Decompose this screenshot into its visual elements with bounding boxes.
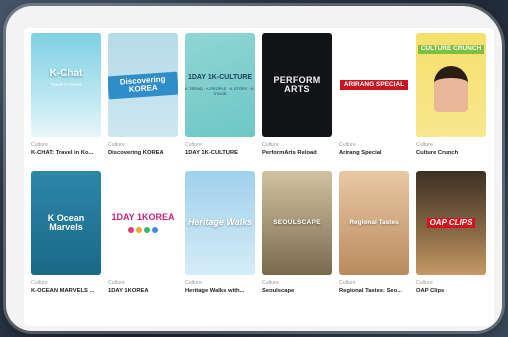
card-category: Culture [262,280,279,286]
thumbnail-performarts-reload[interactable]: PERFORM ARTS [262,33,332,137]
program-card-oap-clips[interactable]: OAP CLIPS Culture OAP Clips [416,171,486,295]
color-dots [128,227,158,234]
card-category: Culture [108,280,125,286]
thumbnail-1day-1korea[interactable]: 1DAY 1KOREA [108,171,178,275]
card-title[interactable]: Culture Crunch [416,149,486,157]
program-card-kchat[interactable]: K-Chat Travel in Korea Culture K-CHAT: T… [31,33,101,157]
card-category: Culture [339,142,356,148]
thumbnail-seoulscape[interactable]: SEOULSCAPE [262,171,332,275]
card-title[interactable]: Heritage Walks with... [185,287,255,295]
card-category: Culture [108,142,125,148]
thumbnail-text: Regional Tastes [349,218,399,226]
thumbnail-text: Heritage Walks [187,217,253,228]
thumbnail-k-ocean-marvels[interactable]: K Ocean Marvels [31,171,101,275]
thumbnail-discovering-korea[interactable]: Discovering KOREA [108,33,178,137]
host-portrait [434,65,468,112]
card-title[interactable]: Discovering KOREA [108,149,178,157]
card-title[interactable]: OAP Clips [416,287,486,295]
thumbnail-oap-clips[interactable]: OAP CLIPS [416,171,486,275]
thumbnail-text: PERFORM ARTS [273,74,321,94]
thumbnail-1day-1k-culture[interactable]: 1DAY 1K-CULTURE K-TREND · K-PEOPLE · K-S… [185,33,255,137]
thumbnail-text: OAP CLIPS [426,217,476,229]
program-card-arirang-special[interactable]: ARIRANG SPECIAL Culture Arirang Special [339,33,409,157]
card-category: Culture [31,280,48,286]
thumbnail-text: 1DAY 1KOREA [111,211,175,222]
program-card-performarts-reload[interactable]: PERFORM ARTS Culture PerformArts Reload [262,33,332,157]
thumbnail-kchat[interactable]: K-Chat Travel in Korea [31,33,101,137]
card-title[interactable]: 1DAY 1K-CULTURE [185,149,255,157]
card-category: Culture [262,142,279,148]
program-card-regional-tastes[interactable]: Regional Tastes Culture Regional Tastes:… [339,171,409,295]
screen-frame: K-Chat Travel in Korea Culture K-CHAT: T… [6,6,502,331]
thumbnail-text: K Ocean Marvels [47,212,85,232]
program-card-k-ocean-marvels[interactable]: K Ocean Marvels Culture K-OCEAN MARVELS … [31,171,101,295]
card-title[interactable]: Arirang Special [339,149,409,157]
card-category: Culture [31,142,48,148]
program-card-discovering-korea[interactable]: Discovering KOREA Culture Discovering KO… [108,33,178,157]
thumbnail-subtext: Travel in Korea [50,81,82,87]
card-category: Culture [339,280,356,286]
card-category: Culture [185,280,202,286]
card-category: Culture [185,142,202,148]
card-category: Culture [416,142,433,148]
program-card-1day-1k-culture[interactable]: 1DAY 1K-CULTURE K-TREND · K-PEOPLE · K-S… [185,33,255,157]
program-grid: K-Chat Travel in Korea Culture K-CHAT: T… [31,28,493,295]
thumbnail-text: K-Chat [49,68,83,80]
program-card-1day-1korea[interactable]: 1DAY 1KOREA Culture 1DAY 1KOREA [108,171,178,295]
program-card-heritage-walks[interactable]: Heritage Walks Culture Heritage Walks wi… [185,171,255,295]
thumbnail-subtext: K-TREND · K-PEOPLE · K-STORY · K-STAGE [185,85,255,96]
program-card-culture-crunch[interactable]: CULTURE CRUNCH Culture Culture Crunch [416,33,486,157]
card-title[interactable]: PerformArts Reload [262,149,332,157]
thumbnail-culture-crunch[interactable]: CULTURE CRUNCH [416,33,486,137]
thumbnail-arirang-special[interactable]: ARIRANG SPECIAL [339,33,409,137]
card-category: Culture [416,280,433,286]
thumbnail-text: 1DAY 1K-CULTURE [187,74,253,82]
thumbnail-heritage-walks[interactable]: Heritage Walks [185,171,255,275]
program-card-seoulscape[interactable]: SEOULSCAPE Culture Seoulscape [262,171,332,295]
thumbnail-text: CULTURE CRUNCH [417,45,485,54]
card-title[interactable]: Regional Tastes: Seo... [339,287,409,295]
content-panel: K-Chat Travel in Korea Culture K-CHAT: T… [24,28,494,326]
thumbnail-text: Discovering KOREA [108,71,178,99]
thumbnail-text: ARIRANG SPECIAL [339,79,409,91]
thumbnail-regional-tastes[interactable]: Regional Tastes [339,171,409,275]
thumbnail-text: SEOULSCAPE [273,218,321,226]
card-title[interactable]: K-OCEAN MARVELS ... [31,287,101,295]
card-title[interactable]: K-CHAT: Travel in Ko... [31,149,101,157]
card-title[interactable]: 1DAY 1KOREA [108,287,178,295]
card-title[interactable]: Seoulscape [262,287,332,295]
